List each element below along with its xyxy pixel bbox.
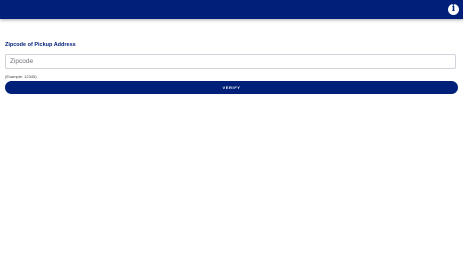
zipcode-label: Zipcode of Pickup Address [5,42,76,48]
verify-button[interactable]: VERIFY [5,81,458,94]
info-glyph: i [451,4,456,14]
zipcode-example-hint: (Example: 12345) [5,74,37,79]
info-icon[interactable]: i [448,4,459,15]
zipcode-input[interactable] [5,54,456,69]
app-header-bar: i [0,0,463,19]
